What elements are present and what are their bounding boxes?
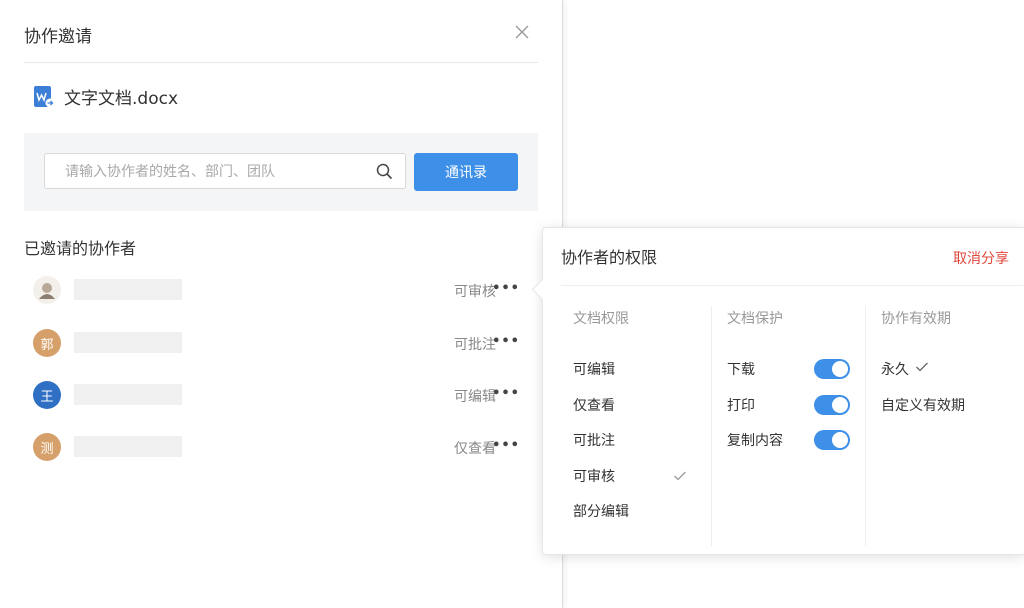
more-icon[interactable]: ••• — [492, 386, 520, 401]
more-icon[interactable]: ••• — [492, 334, 520, 349]
copy-toggle[interactable] — [814, 430, 850, 450]
perm-option-review[interactable]: 可审核 — [573, 466, 615, 486]
close-icon[interactable] — [513, 23, 531, 41]
collaborator-search-input[interactable] — [63, 154, 367, 190]
collaborator-row: 测 仅查看 ••• — [24, 427, 524, 467]
permission-label[interactable]: 可批注 — [454, 334, 496, 354]
column-divider — [865, 306, 866, 546]
popover-title: 协作者的权限 — [561, 248, 658, 267]
check-icon — [674, 471, 686, 481]
print-toggle[interactable] — [814, 395, 850, 415]
file-name: 文字文档.docx — [64, 89, 179, 109]
protect-label-download: 下载 — [727, 362, 755, 378]
avatar: 郭 — [33, 329, 61, 357]
doc-protection-header: 文档保护 — [727, 311, 783, 327]
name-placeholder — [74, 279, 182, 300]
cancel-share-button[interactable]: 取消分享 — [953, 248, 1009, 268]
perm-option-comment[interactable]: 可批注 — [573, 430, 615, 450]
name-placeholder — [74, 436, 182, 457]
popover-divider — [561, 285, 1023, 286]
collaborator-row: 可审核 ••• — [24, 270, 524, 310]
collaborator-row: 郭 可批注 ••• — [24, 323, 524, 363]
column-divider — [711, 306, 712, 546]
toggle-knob — [832, 432, 848, 448]
name-placeholder — [74, 384, 182, 405]
search-icon[interactable] — [376, 163, 393, 180]
title-divider — [24, 62, 538, 63]
collaborator-row: 王 可编辑 ••• — [24, 375, 524, 415]
dialog-title: 协作邀请 — [24, 27, 92, 47]
perm-option-view-only[interactable]: 仅查看 — [573, 395, 615, 415]
permission-popover: 协作者的权限 取消分享 文档权限 可编辑 仅查看 可批注 可审核 部分编辑 文档… — [531, 227, 1024, 555]
download-toggle[interactable] — [814, 359, 850, 379]
doc-permission-header: 文档权限 — [573, 311, 629, 327]
word-doc-icon — [34, 85, 55, 107]
toggle-knob — [832, 361, 848, 377]
more-icon[interactable]: ••• — [492, 438, 520, 453]
validity-option-permanent[interactable]: 永久 — [881, 359, 909, 379]
toggle-knob — [832, 397, 848, 413]
validity-option-custom[interactable]: 自定义有效期 — [881, 395, 965, 415]
validity-header: 协作有效期 — [881, 311, 951, 327]
avatar: 测 — [33, 433, 61, 461]
avatar: 王 — [33, 381, 61, 409]
avatar — [33, 276, 61, 304]
file-info: 文字文档.docx — [33, 84, 178, 109]
invited-section-title: 已邀请的协作者 — [24, 239, 137, 258]
name-placeholder — [74, 332, 182, 353]
permission-label[interactable]: 可编辑 — [454, 386, 496, 406]
search-area: 通讯录 — [24, 133, 538, 211]
check-icon — [916, 362, 928, 372]
permission-label[interactable]: 仅查看 — [454, 438, 496, 458]
perm-option-edit[interactable]: 可编辑 — [573, 359, 615, 379]
search-box — [44, 153, 406, 190]
invite-dialog: 协作邀请 文字文档.docx 通讯录 已邀请的协作者 — [0, 0, 563, 608]
more-icon[interactable]: ••• — [492, 281, 520, 296]
avatar-cartoon-icon — [39, 283, 55, 299]
protect-label-copy: 复制内容 — [727, 433, 783, 449]
perm-option-partial-edit[interactable]: 部分编辑 — [573, 501, 629, 521]
permission-label[interactable]: 可审核 — [454, 281, 496, 301]
contacts-button[interactable]: 通讯录 — [414, 153, 518, 191]
protect-label-print: 打印 — [727, 398, 755, 414]
